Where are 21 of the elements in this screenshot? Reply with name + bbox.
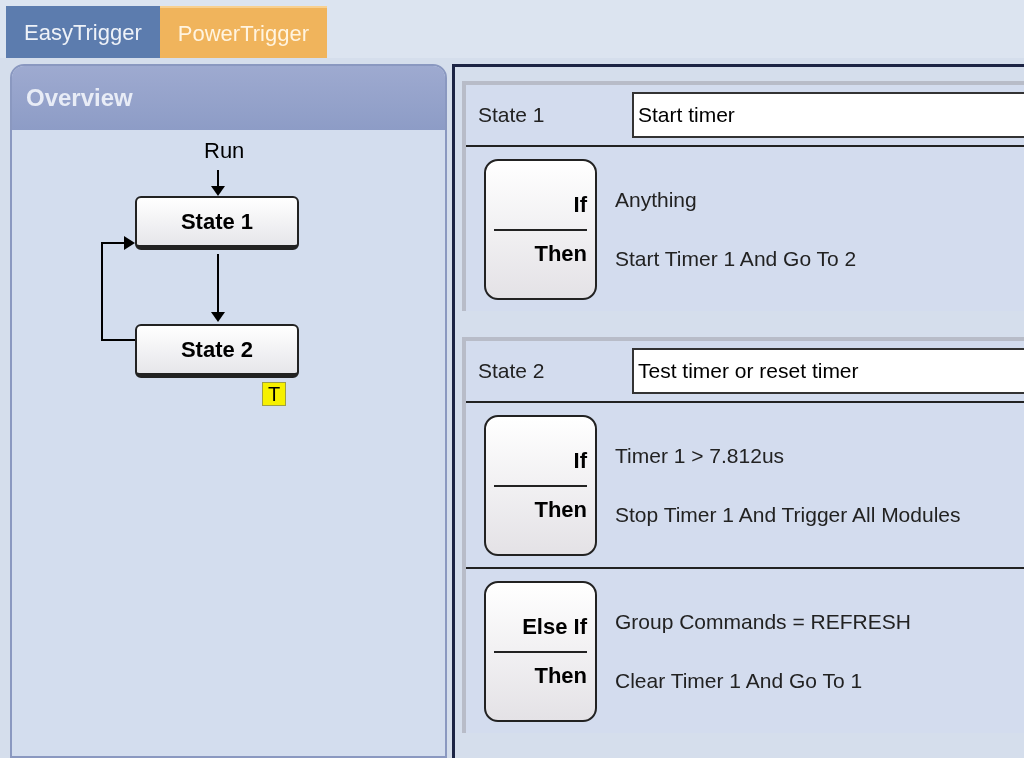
state-label: State 1 — [478, 102, 546, 129]
rule-button[interactable]: If Then — [484, 414, 597, 556]
condition-text: Anything — [615, 186, 698, 213]
state-node[interactable]: State 1 — [135, 196, 299, 250]
description-field[interactable]: Test timer or reset timer — [632, 348, 1024, 394]
action-text: Start Timer 1 And Go To 2 — [615, 246, 857, 272]
rule-button[interactable]: Else If Then — [484, 580, 597, 722]
tab[interactable]: EasyTrigger — [6, 6, 160, 58]
rule-button[interactable]: If Then — [484, 158, 597, 300]
panel-title: Overview — [26, 83, 133, 113]
action-text: Clear Timer 1 And Go To 1 — [615, 668, 864, 694]
action-text: Stop Timer 1 And Trigger All Modules — [615, 502, 961, 528]
entry-arrow — [211, 169, 225, 196]
state-badge: T — [262, 382, 286, 406]
transition-arrow — [211, 253, 225, 322]
state-label: State 2 — [478, 358, 546, 385]
entry-label: Run — [204, 138, 245, 164]
state-node[interactable]: State 2 — [135, 324, 299, 378]
condition-text: Timer 1 > 7.812us — [615, 442, 786, 469]
condition-text: Group Commands = REFRESH — [615, 608, 911, 635]
description-field[interactable]: Start timer — [632, 92, 1024, 138]
